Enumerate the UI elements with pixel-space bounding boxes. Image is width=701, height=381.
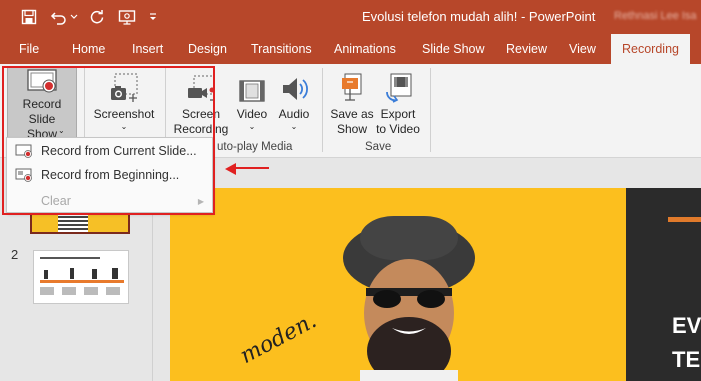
tab-insert[interactable]: Insert (132, 42, 163, 56)
slide-thumbnail-2[interactable] (33, 250, 129, 304)
menu-item-label: Record from Beginning... (41, 168, 180, 182)
thumbnail-captions (40, 287, 124, 295)
group-separator (430, 68, 431, 152)
thumbnail-title-line (40, 257, 100, 259)
slide-heading-line-1: EV (672, 313, 701, 338)
slide-accent-bar (668, 217, 701, 222)
group-label-save: Save (365, 141, 392, 153)
screenshot-button[interactable]: Screenshot ⌄ (91, 64, 157, 131)
menu-item-record-from-beginning[interactable]: Record from Beginning... (7, 163, 212, 187)
red-arrow-icon (225, 163, 269, 175)
group-label-autoplay-media: uto-play Media (217, 141, 293, 153)
screen-recording-button[interactable]: Screen Recording (172, 64, 230, 137)
thumbnail-phone (92, 269, 97, 279)
save-as-show-label-2: Show (336, 122, 368, 136)
export-to-video-label-1: Export (380, 107, 416, 121)
export-video-icon (383, 64, 413, 104)
save-as-show-icon (339, 64, 365, 104)
tab-file[interactable]: File (19, 42, 39, 56)
thumbnail-phone (44, 270, 48, 279)
slide-script-text: moden. (236, 308, 321, 369)
tab-view[interactable]: View (569, 42, 596, 56)
submenu-arrow-icon: ▶ (197, 196, 204, 206)
menu-item-clear[interactable]: Clear ▶ (7, 189, 212, 213)
tab-animations[interactable]: Animations (334, 42, 396, 56)
export-to-video-button[interactable]: Export to Video (374, 64, 422, 137)
slide-canvas[interactable]: moden. EV TE (170, 188, 701, 381)
thumbnail-image (58, 214, 88, 232)
video-label: Video (236, 107, 268, 121)
record-slide-show-icon (27, 68, 57, 94)
ribbon-tab-bar: File Home Insert Design Transitions Anim… (0, 34, 701, 64)
thumbnail-timeline (40, 280, 124, 283)
screen-recording-icon (186, 64, 216, 104)
menu-item-record-from-current-slide[interactable]: Record from Current Slide... (7, 139, 212, 163)
audio-button[interactable]: Audio ⌄ (275, 64, 313, 131)
quick-access-toolbar (18, 7, 160, 27)
slide-heading-line-2: TE (672, 347, 701, 372)
speaker-icon (280, 64, 308, 104)
save-as-show-button[interactable]: Save as Show (330, 64, 374, 137)
slide-thumbnail-1[interactable] (30, 214, 130, 234)
chevron-down-icon: ⌄ (290, 122, 298, 131)
thumbnail-phone (70, 268, 74, 279)
menu-item-label: Clear (41, 194, 71, 208)
save-icon[interactable] (18, 7, 40, 27)
chevron-down-icon: ⌄ (58, 126, 65, 135)
slide-number-2: 2 (11, 247, 19, 262)
film-icon (238, 64, 266, 104)
undo-icon[interactable] (48, 7, 70, 27)
export-to-video-label-2: to Video (376, 122, 420, 136)
tab-recording[interactable]: Recording (611, 34, 690, 64)
present-icon[interactable] (116, 7, 138, 27)
record-slide-show-button[interactable]: Record Slide Show ⌄ (7, 67, 77, 141)
undo-dropdown-icon[interactable] (70, 7, 78, 27)
screen-recording-label-2: Recording (173, 122, 229, 136)
record-current-icon (7, 144, 41, 158)
record-slide-show-menu: Record from Current Slide... Record from… (6, 137, 213, 213)
screenshot-label: Screenshot (93, 107, 155, 121)
person-photo (343, 216, 475, 381)
save-as-show-label-1: Save as (330, 107, 374, 121)
document-title: Evolusi telefon mudah alih! - PowerPoint (362, 9, 596, 24)
tab-transitions[interactable]: Transitions (251, 42, 312, 56)
video-button[interactable]: Video ⌄ (233, 64, 271, 131)
group-separator (322, 68, 323, 152)
audio-label: Audio (278, 107, 310, 121)
record-slide-show-label-1: Record Slide (22, 97, 62, 126)
screen-recording-label-1: Screen (181, 107, 221, 121)
customize-qat-icon[interactable] (146, 7, 160, 27)
user-name[interactable]: Rethnasi Lee Isa (614, 10, 697, 22)
chevron-down-icon: ⌄ (248, 122, 256, 131)
menu-item-label: Record from Current Slide... (41, 144, 197, 158)
tab-design[interactable]: Design (188, 42, 227, 56)
chevron-down-icon: ⌄ (120, 122, 128, 131)
title-bar: Evolusi telefon mudah alih! - PowerPoint… (0, 0, 701, 34)
record-beginning-icon (7, 168, 41, 182)
tab-review[interactable]: Review (506, 42, 547, 56)
tab-slide-show[interactable]: Slide Show (422, 42, 485, 56)
repeat-icon[interactable] (86, 7, 108, 27)
thumbnail-phone (112, 268, 118, 279)
tab-home[interactable]: Home (72, 42, 105, 56)
screenshot-icon (109, 64, 139, 104)
